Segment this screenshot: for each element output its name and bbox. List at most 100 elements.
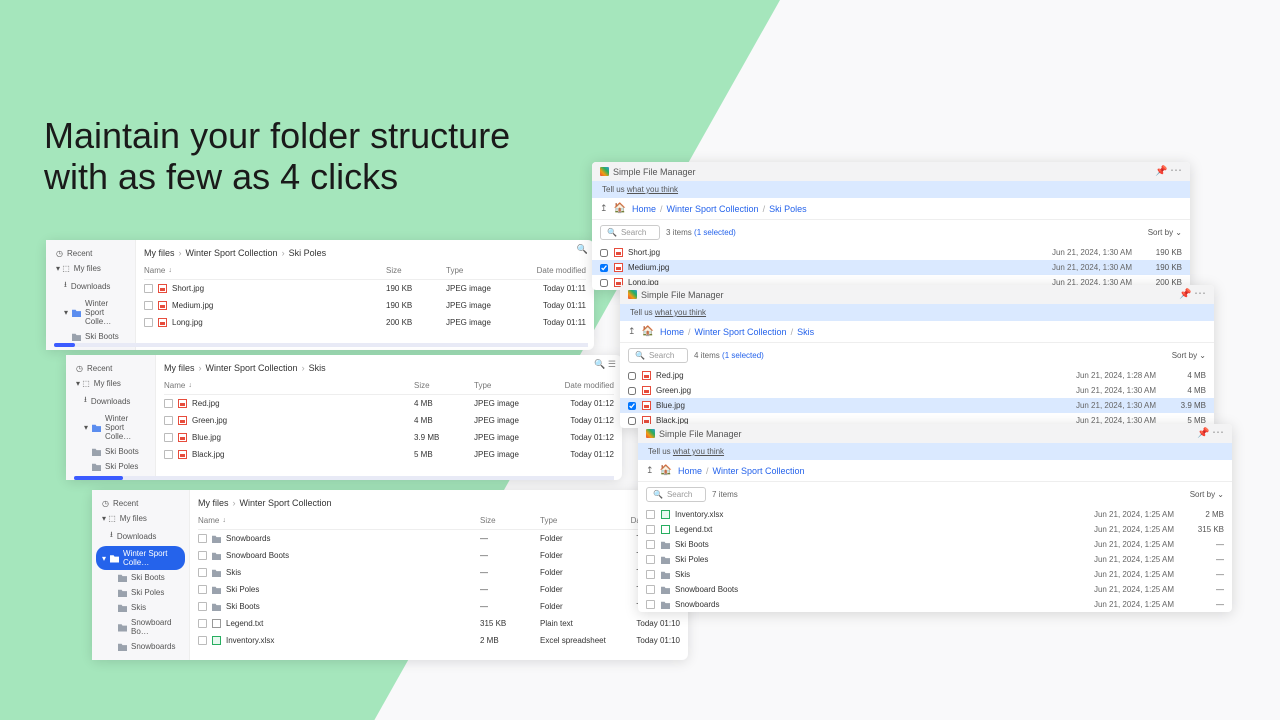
sidebar-skis[interactable]: Skis bbox=[92, 600, 189, 615]
list-item[interactable]: Snowboard BootsJun 21, 2024, 1:25 AM— bbox=[638, 582, 1232, 597]
checkbox[interactable] bbox=[646, 540, 655, 549]
checkbox[interactable] bbox=[600, 249, 608, 257]
checkbox[interactable] bbox=[144, 318, 153, 327]
checkbox[interactable] bbox=[628, 402, 636, 410]
sidebar-myfiles[interactable]: ▾ ⬚ My files bbox=[66, 376, 155, 391]
checkbox[interactable] bbox=[646, 555, 655, 564]
more-icon[interactable]: ⋯ bbox=[1212, 425, 1224, 439]
sidebar-wsc[interactable]: ▾ Winter Sport Colle… bbox=[46, 296, 135, 329]
table-row[interactable]: Ski Poles—FolderToday 01:13 bbox=[198, 581, 680, 598]
checkbox[interactable] bbox=[600, 264, 608, 272]
checkbox[interactable] bbox=[628, 417, 636, 425]
checkbox[interactable] bbox=[600, 279, 608, 287]
up-icon[interactable]: ↥ bbox=[628, 326, 636, 337]
sidebar-wsc[interactable]: ▾ Winter Sport Colle… bbox=[66, 411, 155, 444]
sidebar-wsc[interactable]: ▾ Winter Sport Colle… bbox=[96, 546, 185, 570]
table-row[interactable]: Snowboards—FolderToday 01:13 bbox=[198, 530, 680, 547]
checkbox[interactable] bbox=[646, 510, 655, 519]
list-item[interactable]: Inventory.xlsxJun 21, 2024, 1:25 AM2 MB bbox=[638, 507, 1232, 522]
sort-button[interactable]: Sort by ⌄ bbox=[1190, 490, 1224, 499]
more-icon[interactable]: ⋯ bbox=[1170, 163, 1182, 177]
breadcrumb-bar: ↥ 🏠 Home/ Winter Sport Collection/ Skis bbox=[620, 321, 1214, 343]
checkbox[interactable] bbox=[164, 399, 173, 408]
up-icon[interactable]: ↥ bbox=[600, 203, 608, 214]
sidebar-skipoles[interactable]: Ski Poles bbox=[66, 459, 155, 474]
checkbox[interactable] bbox=[198, 568, 207, 577]
pin-icon[interactable]: 📌 bbox=[1155, 166, 1167, 177]
table-row[interactable]: Inventory.xlsx2 MBExcel spreadsheetToday… bbox=[198, 632, 680, 649]
feedback-bar[interactable]: Tell us what you think bbox=[620, 304, 1214, 321]
home-icon[interactable]: 🏠 bbox=[614, 203, 626, 214]
checkbox[interactable] bbox=[646, 600, 655, 609]
pin-icon[interactable]: 📌 bbox=[1197, 428, 1209, 439]
table-row[interactable]: Black.jpg5 MBJPEG imageToday 01:12 bbox=[164, 446, 614, 463]
checkbox[interactable] bbox=[198, 619, 207, 628]
checkbox[interactable] bbox=[628, 372, 636, 380]
home-icon[interactable]: 🏠 bbox=[642, 326, 654, 337]
sidebar-recent[interactable]: ◷ Recent bbox=[66, 361, 155, 376]
checkbox[interactable] bbox=[144, 284, 153, 293]
table-row[interactable]: Green.jpg4 MBJPEG imageToday 01:12 bbox=[164, 412, 614, 429]
sidebar-downloads[interactable]: ⭳ Downloads bbox=[46, 276, 135, 296]
search-input[interactable]: 🔍 Search bbox=[628, 348, 688, 363]
sidebar-skiboots[interactable]: Ski Boots bbox=[66, 444, 155, 459]
checkbox[interactable] bbox=[164, 450, 173, 459]
list-item[interactable]: Medium.jpgJun 21, 2024, 1:30 AM190 KB bbox=[592, 260, 1190, 275]
list-item[interactable]: Blue.jpgJun 21, 2024, 1:30 AM3.9 MB bbox=[620, 398, 1214, 413]
table-row[interactable]: Skis—FolderToday 01:13 bbox=[198, 564, 680, 581]
list-item[interactable]: SkisJun 21, 2024, 1:25 AM— bbox=[638, 567, 1232, 582]
sidebar-myfiles[interactable]: ▾ ⬚ My files bbox=[46, 261, 135, 276]
table-row[interactable]: Legend.txt315 KBPlain textToday 01:10 bbox=[198, 615, 680, 632]
up-icon[interactable]: ↥ bbox=[646, 465, 654, 476]
checkbox[interactable] bbox=[646, 570, 655, 579]
pin-icon[interactable]: 📌 bbox=[1179, 289, 1191, 300]
list-item[interactable]: Red.jpgJun 21, 2024, 1:28 AM4 MB bbox=[620, 368, 1214, 383]
list-item[interactable]: Short.jpgJun 21, 2024, 1:30 AM190 KB bbox=[592, 245, 1190, 260]
list-item[interactable]: Ski PolesJun 21, 2024, 1:25 AM— bbox=[638, 552, 1232, 567]
table-row[interactable]: Medium.jpg190 KBJPEG imageToday 01:11 bbox=[144, 297, 586, 314]
table-row[interactable]: Short.jpg190 KBJPEG imageToday 01:11 bbox=[144, 280, 586, 297]
sidebar-snowboards[interactable]: Snowboards bbox=[92, 639, 189, 654]
list-item[interactable]: Ski BootsJun 21, 2024, 1:25 AM— bbox=[638, 537, 1232, 552]
sidebar-skipoles[interactable]: Ski Poles bbox=[92, 585, 189, 600]
checkbox[interactable] bbox=[198, 551, 207, 560]
list-item[interactable]: Legend.txtJun 21, 2024, 1:25 AM315 KB bbox=[638, 522, 1232, 537]
list-item[interactable]: SnowboardsJun 21, 2024, 1:25 AM— bbox=[638, 597, 1232, 612]
more-icon[interactable]: ⋯ bbox=[1194, 286, 1206, 300]
checkbox[interactable] bbox=[198, 636, 207, 645]
sort-button[interactable]: Sort by ⌄ bbox=[1172, 351, 1206, 360]
table-row[interactable]: Blue.jpg3.9 MBJPEG imageToday 01:12 bbox=[164, 429, 614, 446]
checkbox[interactable] bbox=[144, 301, 153, 310]
checkbox[interactable] bbox=[628, 387, 636, 395]
sidebar-snowboard-bo[interactable]: Snowboard Bo… bbox=[92, 615, 189, 639]
table-row[interactable]: Long.jpg200 KBJPEG imageToday 01:11 bbox=[144, 314, 586, 331]
sidebar-myfiles[interactable]: ▾ ⬚ My files bbox=[92, 511, 189, 526]
search-input[interactable]: 🔍 Search bbox=[646, 487, 706, 502]
checkbox[interactable] bbox=[198, 585, 207, 594]
search-icon[interactable]: 🔍 bbox=[577, 244, 588, 255]
checkbox[interactable] bbox=[198, 534, 207, 543]
size: 2 MB bbox=[1180, 510, 1224, 519]
list-item[interactable]: Green.jpgJun 21, 2024, 1:30 AM4 MB bbox=[620, 383, 1214, 398]
home-icon[interactable]: 🏠 bbox=[660, 465, 672, 476]
table-row[interactable]: Red.jpg4 MBJPEG imageToday 01:12 bbox=[164, 395, 614, 412]
checkbox[interactable] bbox=[164, 416, 173, 425]
search-input[interactable]: 🔍 Search bbox=[600, 225, 660, 240]
sidebar-downloads[interactable]: ⭳ Downloads bbox=[66, 391, 155, 411]
sidebar-downloads[interactable]: ⭳ Downloads bbox=[92, 526, 189, 546]
sidebar-skiboots[interactable]: Ski Boots bbox=[46, 329, 135, 344]
feedback-bar[interactable]: Tell us what you think bbox=[638, 443, 1232, 460]
sidebar-recent[interactable]: ◷ Recent bbox=[46, 246, 135, 261]
table-row[interactable]: Ski Boots—FolderToday 01:13 bbox=[198, 598, 680, 615]
search-icon[interactable]: 🔍 ☰ bbox=[594, 359, 616, 370]
sort-button[interactable]: Sort by ⌄ bbox=[1148, 228, 1182, 237]
checkbox[interactable] bbox=[646, 585, 655, 594]
checkbox[interactable] bbox=[646, 525, 655, 534]
date: Jun 21, 2024, 1:30 AM bbox=[1034, 263, 1132, 272]
sidebar-skiboots[interactable]: Ski Boots bbox=[92, 570, 189, 585]
checkbox[interactable] bbox=[198, 602, 207, 611]
checkbox[interactable] bbox=[164, 433, 173, 442]
table-row[interactable]: Snowboard Boots—FolderToday 01:13 bbox=[198, 547, 680, 564]
sidebar-recent[interactable]: ◷ Recent bbox=[92, 496, 189, 511]
feedback-bar[interactable]: Tell us what you think bbox=[592, 181, 1190, 198]
